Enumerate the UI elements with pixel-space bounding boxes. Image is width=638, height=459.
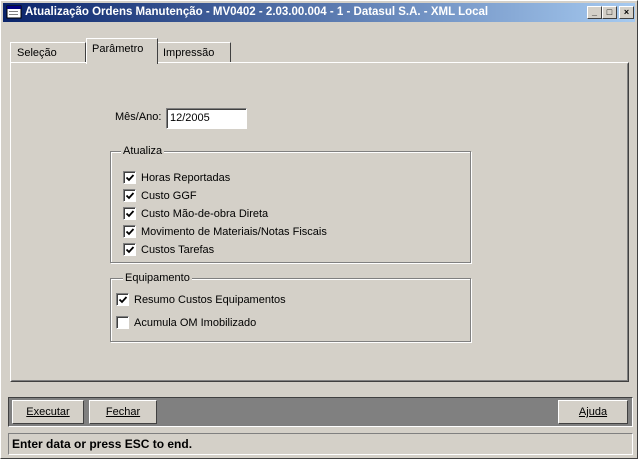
close-button[interactable]: × (619, 6, 634, 19)
check-icon (125, 228, 135, 236)
mes-ano-label: Mês/Ano: (115, 111, 162, 123)
checkbox-custos-tarefas[interactable] (123, 243, 136, 256)
equipamento-group-title: Equipamento (123, 272, 192, 284)
checkbox-label: Custo Mão-de-obra Direta (141, 208, 269, 220)
fechar-button[interactable]: Fechar (89, 400, 157, 424)
checkbox-horas-reportadas[interactable] (123, 171, 136, 184)
checkbox-custo-mao-de-obra[interactable] (123, 207, 136, 220)
check-icon (118, 296, 128, 304)
checkbox-label: Custo GGF (141, 190, 197, 202)
title-bar[interactable]: Atualização Ordens Manutenção - MV0402 -… (3, 3, 635, 22)
maximize-button[interactable]: □ (602, 6, 617, 19)
executar-label: Executar (26, 406, 70, 418)
checkbox-resumo-custos[interactable] (116, 293, 129, 306)
tab-parametro[interactable]: Parâmetro (86, 38, 158, 64)
close-icon: × (623, 7, 630, 17)
checkbox-label: Acumula OM Imobilizado (134, 317, 257, 329)
checkbox-label: Resumo Custos Equipamentos (134, 294, 286, 306)
status-bar: Enter data or press ESC to end. (8, 433, 633, 455)
tab-label: Seleção (17, 47, 57, 59)
checkbox-label: Custos Tarefas (141, 244, 215, 256)
app-icon (6, 5, 22, 20)
ajuda-button[interactable]: Ajuda (558, 400, 628, 424)
equipamento-group (110, 278, 471, 342)
window-title: Atualização Ordens Manutenção - MV0402 -… (25, 6, 489, 18)
tab-impressao[interactable]: Impressão (155, 42, 231, 62)
checkbox-label: Horas Reportadas (141, 172, 231, 184)
check-icon (125, 174, 135, 182)
checkbox-label: Movimento de Materiais/Notas Fiscais (141, 226, 327, 238)
minimize-button[interactable]: _ (587, 6, 602, 19)
tab-label: Parâmetro (92, 43, 144, 55)
fechar-label: Fechar (105, 406, 141, 418)
check-icon (125, 246, 135, 254)
checkbox-acumula-om[interactable] (116, 316, 129, 329)
tab-selecao[interactable]: Seleção (10, 42, 86, 62)
tab-label: Impressão (163, 47, 215, 59)
checkbox-custo-ggf[interactable] (123, 189, 136, 202)
mes-ano-input[interactable]: 12/2005 (166, 108, 247, 129)
minimize-icon: _ (591, 7, 597, 17)
check-icon (125, 210, 135, 218)
atualiza-group-title: Atualiza (121, 145, 165, 157)
button-bar: Executar Fechar Ajuda (8, 397, 633, 427)
main-window: Atualização Ordens Manutenção - MV0402 -… (0, 0, 638, 459)
checkbox-movimento-materiais[interactable] (123, 225, 136, 238)
executar-button[interactable]: Executar (12, 400, 84, 424)
maximize-icon: □ (606, 7, 613, 17)
check-icon (125, 192, 135, 200)
ajuda-label: Ajuda (578, 406, 608, 418)
